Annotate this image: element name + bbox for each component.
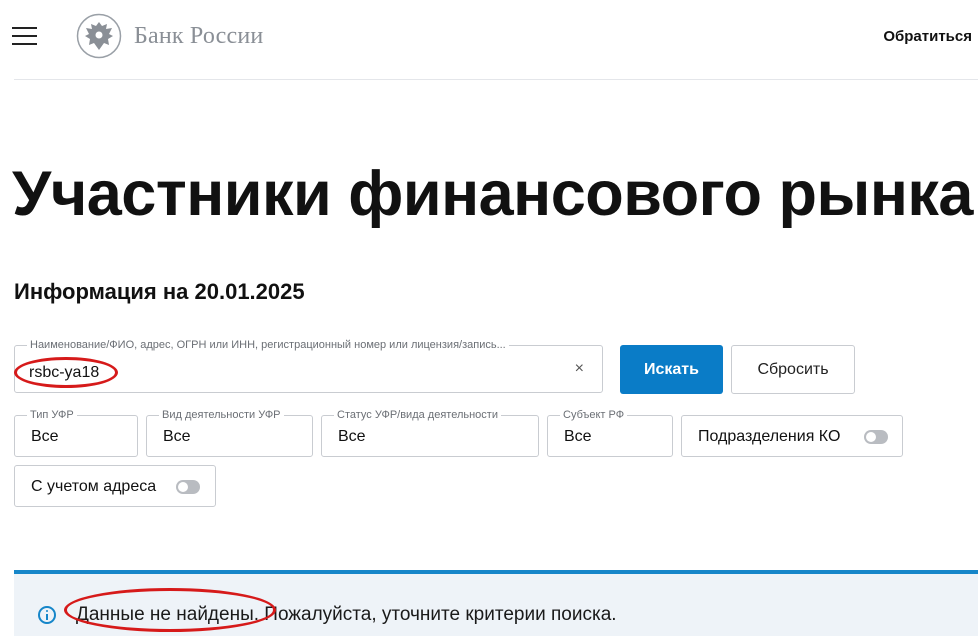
eagle-emblem-icon bbox=[76, 13, 122, 59]
branches-switch-icon[interactable] bbox=[864, 430, 888, 444]
search-button[interactable]: Искать bbox=[620, 345, 723, 394]
activity-select-value: Все bbox=[163, 428, 191, 445]
branches-toggle[interactable]: Подразделения КО bbox=[681, 415, 903, 457]
branches-toggle-label: Подразделения КО bbox=[698, 428, 841, 445]
info-date: Информация на 20.01.2025 bbox=[14, 279, 305, 304]
address-toggle-label: С учетом адреса bbox=[31, 478, 157, 495]
search-input[interactable]: Наименование/ФИО, адрес, ОГРН или ИНН, р… bbox=[14, 339, 603, 393]
address-toggle[interactable]: С учетом адреса bbox=[14, 465, 216, 507]
page-title: Участники финансового рынка bbox=[12, 159, 973, 229]
no-results-alert: Данные не найдены. Пожалуйста, уточните … bbox=[14, 570, 978, 636]
clear-icon[interactable]: × bbox=[575, 360, 584, 378]
region-select-label: Субъект РФ bbox=[560, 409, 628, 421]
search-label: Наименование/ФИО, адрес, ОГРН или ИНН, р… bbox=[27, 339, 509, 351]
site-header: Банк России Обратиться bbox=[0, 0, 978, 80]
region-select[interactable]: Субъект РФ Все bbox=[547, 409, 673, 457]
alert-text: Данные не найдены. Пожалуйста, уточните … bbox=[76, 604, 617, 625]
info-icon bbox=[38, 606, 56, 624]
address-switch-icon[interactable] bbox=[176, 480, 200, 494]
contact-link[interactable]: Обратиться bbox=[883, 28, 972, 45]
status-select-value: Все bbox=[338, 428, 366, 445]
type-select[interactable]: Тип УФР Все bbox=[14, 409, 138, 457]
status-select-label: Статус УФР/вида деятельности bbox=[334, 409, 501, 421]
bank-logo[interactable]: Банк России bbox=[76, 13, 263, 59]
type-select-label: Тип УФР bbox=[27, 409, 77, 421]
header-divider bbox=[14, 79, 978, 80]
status-select[interactable]: Статус УФР/вида деятельности Все bbox=[321, 409, 539, 457]
reset-button[interactable]: Сбросить bbox=[731, 345, 855, 394]
menu-icon[interactable] bbox=[12, 27, 37, 45]
activity-select[interactable]: Вид деятельности УФР Все bbox=[146, 409, 313, 457]
logo-text: Банк России bbox=[134, 22, 264, 49]
type-select-value: Все bbox=[31, 428, 59, 445]
activity-select-label: Вид деятельности УФР bbox=[159, 409, 284, 421]
region-select-value: Все bbox=[564, 428, 592, 445]
search-value[interactable]: rsbc-ya18 bbox=[29, 364, 99, 382]
